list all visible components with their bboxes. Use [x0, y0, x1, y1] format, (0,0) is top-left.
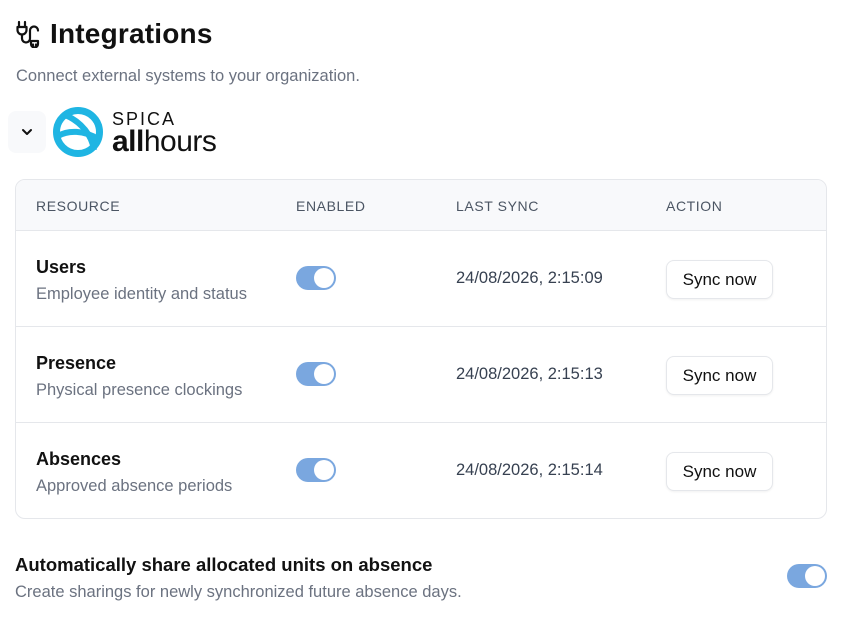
sync-users-button[interactable]: Sync now: [666, 260, 773, 299]
auto-share-description: Create sharings for newly synchronized f…: [15, 583, 462, 601]
header-resource: RESOURCE: [36, 198, 121, 214]
header-action: ACTION: [666, 198, 723, 214]
absences-enabled-toggle[interactable]: [296, 458, 336, 482]
last-sync-time: 24/08/2026, 2:15:13: [456, 365, 603, 383]
resource-name: Presence: [36, 353, 117, 373]
resources-table: RESOURCE ENABLED LAST SYNC ACTION Users …: [15, 179, 827, 519]
last-sync-time: 24/08/2026, 2:15:09: [456, 269, 603, 287]
presence-enabled-toggle[interactable]: [296, 362, 336, 386]
table-header: RESOURCE ENABLED LAST SYNC ACTION: [16, 180, 826, 231]
resource-description: Physical presence clockings: [36, 381, 243, 399]
provider-logo: SPICA allhours: [52, 106, 217, 158]
users-enabled-toggle[interactable]: [296, 266, 336, 290]
logo-wordmark: allhours: [112, 124, 217, 158]
page-subtitle: Connect external systems to your organiz…: [16, 67, 360, 85]
auto-share-setting: Automatically share allocated units on a…: [15, 554, 827, 614]
last-sync-time: 24/08/2026, 2:15:14: [456, 461, 603, 479]
chevron-down-icon: [22, 129, 32, 135]
sync-presence-button[interactable]: Sync now: [666, 356, 773, 395]
auto-share-title: Automatically share allocated units on a…: [15, 554, 433, 575]
page-header: Integrations: [16, 18, 213, 50]
resource-description: Employee identity and status: [36, 285, 247, 303]
resource-description: Approved absence periods: [36, 477, 233, 495]
auto-share-toggle[interactable]: [787, 564, 827, 588]
sync-absences-button[interactable]: Sync now: [666, 452, 773, 491]
resource-name: Absences: [36, 449, 122, 469]
provider-header: SPICA allhours: [8, 106, 217, 158]
resource-name: Users: [36, 257, 87, 277]
plug-icon: [16, 20, 40, 48]
globe-logo-icon: [53, 107, 103, 157]
collapse-button[interactable]: [8, 111, 46, 153]
table-row-presence: Presence Physical presence clockings 24/…: [16, 327, 826, 423]
header-enabled: ENABLED: [296, 198, 366, 214]
table-row-users: Users Employee identity and status 24/08…: [16, 231, 826, 327]
page-title: Integrations: [50, 18, 213, 49]
header-last-sync: LAST SYNC: [456, 198, 539, 214]
table-row-absences: Absences Approved absence periods 24/08/…: [16, 423, 826, 518]
